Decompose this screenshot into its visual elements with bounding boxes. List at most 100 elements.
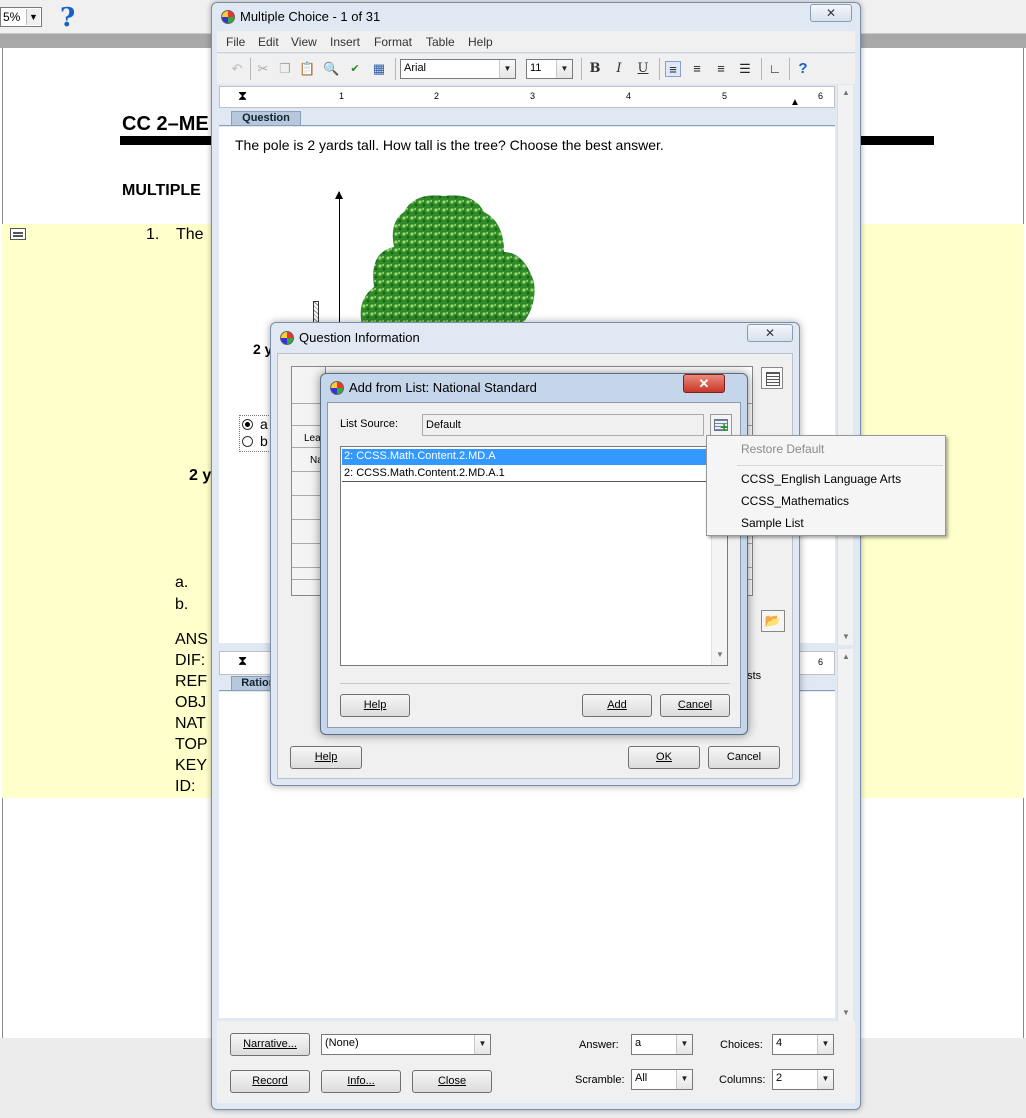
rationale-scrollbar[interactable]: ▲ ▼ xyxy=(837,649,853,1021)
scroll-down-icon[interactable]: ▼ xyxy=(712,647,728,663)
menu-item-sample-list[interactable]: Sample List xyxy=(741,516,804,530)
help-icon[interactable]: ? xyxy=(795,61,811,77)
ruler-number: 6 xyxy=(818,657,824,667)
spellcheck-icon[interactable]: ✔ xyxy=(347,61,363,77)
menu-item-math[interactable]: CCSS_Mathematics xyxy=(741,494,849,508)
chevron-down-icon[interactable]: ▼ xyxy=(499,60,515,78)
question-text[interactable]: The pole is 2 yards tall. How tall is th… xyxy=(235,137,664,153)
paste-icon[interactable]: 📋 xyxy=(299,61,315,77)
add-list-source-icon[interactable] xyxy=(710,414,732,436)
doc-field-dif: DIF: xyxy=(175,652,206,669)
undo-icon[interactable]: ↶ xyxy=(229,61,245,77)
choice-b-label: b xyxy=(260,433,268,449)
narrative-button[interactable]: Narrative... xyxy=(230,1033,310,1056)
qi-ok-button[interactable]: OK xyxy=(628,746,700,769)
find-icon[interactable]: 🔍 xyxy=(323,61,339,77)
info-button[interactable]: Info... xyxy=(321,1070,401,1093)
chevron-down-icon[interactable]: ▼ xyxy=(556,60,572,78)
scramble-select[interactable]: All ▼ xyxy=(631,1069,693,1090)
chevron-down-icon[interactable]: ▼ xyxy=(817,1035,833,1054)
align-left-icon[interactable]: ≡ xyxy=(665,61,681,77)
columns-value: 2 xyxy=(776,1072,783,1084)
bold-icon[interactable]: B xyxy=(587,61,603,77)
folder-icon[interactable]: 📂 xyxy=(761,610,785,632)
question-scrollbar[interactable]: ▲ ▼ xyxy=(837,85,853,645)
ruler-number: 2 xyxy=(434,91,440,101)
standards-list[interactable]: 2: CCSS.Math.Content.2.MD.A 2: CCSS.Math… xyxy=(340,446,728,666)
question-edit-icon[interactable] xyxy=(10,228,26,240)
menu-item-ela[interactable]: CCSS_English Language Arts xyxy=(741,472,901,486)
underline-icon[interactable]: U xyxy=(635,61,651,77)
italic-icon[interactable]: I xyxy=(611,61,627,77)
scroll-down-icon[interactable]: ▼ xyxy=(838,1005,854,1021)
choices-value: 4 xyxy=(776,1037,783,1049)
font-size-select[interactable]: 11 ▼ xyxy=(526,59,573,79)
menu-view[interactable]: View xyxy=(291,35,317,49)
choices-select[interactable]: 4 ▼ xyxy=(772,1034,834,1055)
chevron-down-icon[interactable]: ▼ xyxy=(474,1035,490,1054)
chevron-down-icon[interactable]: ▼ xyxy=(676,1035,692,1054)
columns-select[interactable]: 2 ▼ xyxy=(772,1069,834,1090)
ruler-number: 1 xyxy=(339,91,345,101)
zoom-value: 5% xyxy=(3,10,21,24)
list-source-field[interactable]: Default xyxy=(422,414,704,436)
close-dialog-button[interactable]: ✕ xyxy=(683,374,725,393)
answer-select[interactable]: a ▼ xyxy=(631,1034,693,1055)
table-row-label: Lea xyxy=(304,433,321,444)
scroll-down-icon[interactable]: ▼ xyxy=(838,629,854,645)
choice-b-radio[interactable] xyxy=(242,436,253,447)
indent-marker-icon[interactable]: ⧗ xyxy=(238,88,247,104)
menu-item-restore-default[interactable]: Restore Default xyxy=(741,442,824,456)
scroll-up-icon[interactable]: ▲ xyxy=(838,649,854,665)
list-item[interactable]: 2: CCSS.Math.Content.2.MD.A.1 xyxy=(342,466,710,482)
close-dialog-button[interactable]: ✕ xyxy=(747,324,793,342)
menu-edit[interactable]: Edit xyxy=(258,35,279,49)
help-icon[interactable]: ? xyxy=(60,3,84,33)
ruler[interactable]: 1 2 3 4 5 6 ⧗ ▲ xyxy=(219,86,835,108)
question-section-tab: Question xyxy=(231,111,301,126)
copy-icon[interactable]: ❐ xyxy=(277,61,293,77)
right-margin-marker-icon[interactable]: ▲ xyxy=(790,97,800,108)
doc-field-ans: ANS xyxy=(175,631,208,648)
record-button[interactable]: Record xyxy=(230,1070,310,1093)
menu-table[interactable]: Table xyxy=(426,35,455,49)
list-item[interactable]: 2: CCSS.Math.Content.2.MD.A xyxy=(342,449,710,465)
afl-add-label: Add xyxy=(607,699,627,711)
dialog-title: Add from List: National Standard xyxy=(349,380,537,395)
ruler-number: 6 xyxy=(818,91,824,101)
afl-help-button[interactable]: Help xyxy=(340,694,410,717)
menu-format[interactable]: Format xyxy=(374,35,412,49)
afl-add-button[interactable]: Add xyxy=(582,694,652,717)
menu-help[interactable]: Help xyxy=(468,35,493,49)
zoom-select[interactable]: 5% ▼ xyxy=(0,7,42,27)
cut-icon[interactable]: ✂ xyxy=(255,61,271,77)
font-name-select[interactable]: Arial ▼ xyxy=(400,59,516,79)
close-button[interactable]: Close xyxy=(412,1070,492,1093)
align-center-icon[interactable]: ≡ xyxy=(689,61,705,77)
tab-stop-icon[interactable]: ∟ xyxy=(767,61,783,77)
list-source-menu: Restore Default CCSS_English Language Ar… xyxy=(706,435,946,536)
qi-help-button[interactable]: Help xyxy=(290,746,362,769)
menu-insert[interactable]: Insert xyxy=(330,35,360,49)
doc-pole-label: 2 y xyxy=(189,467,212,484)
add-from-list-dialog: Add from List: National Standard ✕ List … xyxy=(320,373,748,735)
narrative-select[interactable]: (None) ▼ xyxy=(321,1034,491,1055)
chevron-down-icon[interactable]: ▼ xyxy=(26,9,40,25)
chevron-down-icon[interactable]: ▼ xyxy=(817,1070,833,1089)
close-window-button[interactable]: ✕ xyxy=(810,4,852,22)
calculator-icon[interactable]: ▦ xyxy=(371,61,387,77)
menu-file[interactable]: File xyxy=(226,35,245,49)
afl-cancel-button[interactable]: Cancel xyxy=(660,694,730,717)
scroll-up-icon[interactable]: ▲ xyxy=(838,85,854,101)
answer-value: a xyxy=(635,1037,642,1049)
indent-marker-icon[interactable]: ⧗ xyxy=(238,653,247,669)
align-right-icon[interactable]: ≡ xyxy=(713,61,729,77)
choice-a-radio[interactable] xyxy=(242,419,253,430)
chevron-down-icon[interactable]: ▼ xyxy=(676,1070,692,1089)
font-name-value: Arial xyxy=(404,62,427,74)
justify-icon[interactable]: ☰ xyxy=(737,61,753,77)
toolbar-separator xyxy=(581,58,582,80)
table-view-icon[interactable] xyxy=(761,367,783,389)
doc-answer-a: a. xyxy=(175,574,189,591)
qi-cancel-button[interactable]: Cancel xyxy=(708,746,780,769)
